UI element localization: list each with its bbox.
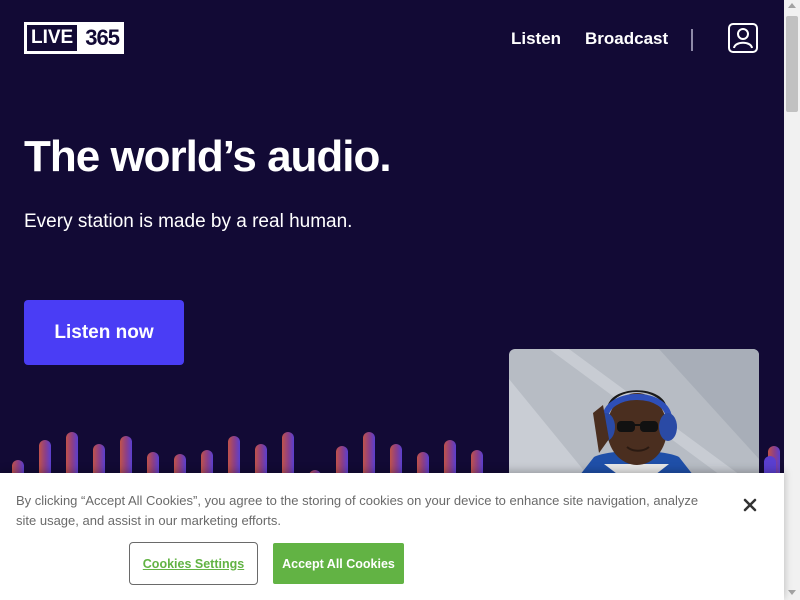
cookie-banner-text: By clicking “Accept All Cookies”, you ag… [16,493,699,528]
cookie-banner: By clicking “Accept All Cookies”, you ag… [0,473,784,600]
accept-all-cookies-button[interactable]: Accept All Cookies [273,543,404,584]
nav-listen-link[interactable]: Listen [511,29,561,49]
listen-now-button[interactable]: Listen now [24,300,184,365]
scroll-up-arrow-icon[interactable] [788,3,796,8]
close-icon [743,498,757,512]
logo-number: 365 [80,22,124,54]
live365-logo[interactable]: LIVE 365 [24,22,124,54]
person-with-headphones-photo [509,349,759,489]
scrollbar-thumb[interactable] [786,16,798,112]
hero-subtitle: Every station is made by a real human. [24,211,353,232]
nav-broadcast-link[interactable]: Broadcast [585,29,668,49]
scroll-down-arrow-icon[interactable] [788,590,796,595]
logo-word: LIVE [24,22,81,54]
cookies-settings-button[interactable]: Cookies Settings [129,542,258,585]
close-cookie-banner-button[interactable] [740,495,760,515]
hero-title: The world’s audio. [24,132,392,181]
nav-divider [691,29,693,51]
account-button[interactable] [728,23,758,53]
user-icon [733,28,753,49]
